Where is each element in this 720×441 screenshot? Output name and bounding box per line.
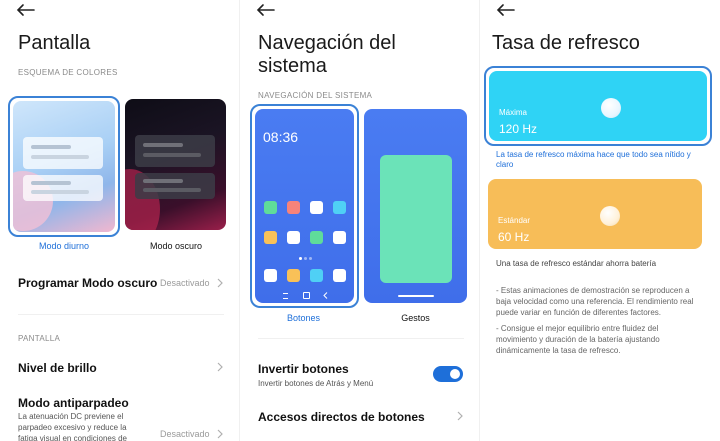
chevron-right-icon <box>217 278 223 288</box>
menu-icon <box>283 293 288 299</box>
divider <box>258 338 464 339</box>
page-title-line-1: Navegación del <box>258 32 396 54</box>
light-mode-preview <box>13 101 115 232</box>
dark-mode-card[interactable] <box>125 99 226 230</box>
light-mode-label[interactable]: Modo diurno <box>16 241 112 251</box>
brightness-title: Nivel de brillo <box>18 361 97 375</box>
page-title-line-2: sistema <box>258 55 327 77</box>
gestures-option-card[interactable] <box>364 109 467 303</box>
max-refresh-desc-1: La tasa de refresco máxima hace que todo… <box>496 150 691 159</box>
note-2-line-1: - Consigue el mejor equilibrio entre flu… <box>496 324 659 333</box>
invert-buttons-desc: Invertir botones de Atrás y Menú <box>258 379 374 388</box>
gestures-option-label[interactable]: Gestos <box>366 313 465 323</box>
app-icon <box>310 201 323 214</box>
demo-orb <box>600 206 620 226</box>
antiflicker-value: Desactivado <box>160 429 210 439</box>
note-2-line-2: movimiento y duración de la batería ajus… <box>496 335 660 344</box>
refresh-rate-panel: Tasa de refresco Máxima 120 Hz La tasa d… <box>480 0 720 441</box>
app-icon <box>333 269 346 282</box>
app-icon <box>287 269 300 282</box>
divider <box>18 314 224 315</box>
max-refresh-option[interactable]: Máxima 120 Hz <box>484 66 712 146</box>
invert-buttons-toggle[interactable] <box>433 366 463 382</box>
system-navigation-panel: Navegación del sistema NAVEGACIÓN DEL SI… <box>240 0 479 441</box>
clock: 08:36 <box>263 129 299 145</box>
back-arrow-icon[interactable] <box>14 2 36 18</box>
app-icon <box>310 269 323 282</box>
buttons-option-card[interactable]: 08:36 <box>250 104 359 308</box>
buttons-option-label[interactable]: Botones <box>254 313 353 323</box>
note-2-line-3: dinámicamente la tasa de refresco. <box>496 346 621 355</box>
invert-buttons-title: Invertir botones <box>258 362 349 376</box>
page-title: Tasa de refresco <box>492 32 640 54</box>
section-screen: PANTALLA <box>18 334 61 343</box>
section-color-scheme: ESQUEMA DE COLORES <box>18 68 118 77</box>
back-icon <box>323 292 328 299</box>
back-arrow-icon[interactable] <box>494 2 516 18</box>
antiflicker-desc-3: fatiga visual en condiciones de <box>18 434 127 441</box>
page-title: Pantalla <box>18 32 91 54</box>
standard-refresh-card[interactable]: Estándar 60 Hz <box>488 179 702 249</box>
buttons-phone-preview: 08:36 <box>255 109 354 303</box>
chevron-right-icon <box>217 362 223 372</box>
app-icon <box>264 231 277 244</box>
chevron-right-icon <box>217 429 223 439</box>
display-settings-panel: Pantalla ESQUEMA DE COLORES Modo diurno <box>0 0 239 441</box>
notification-preview <box>23 137 103 169</box>
back-arrow-icon[interactable] <box>254 2 276 18</box>
page-dots <box>299 257 312 260</box>
chevron-right-icon <box>457 411 463 421</box>
max-refresh-desc-2: claro <box>496 160 514 169</box>
app-icon <box>333 231 346 244</box>
nav-buttons <box>283 291 329 299</box>
app-icon <box>287 231 300 244</box>
notification-preview <box>135 173 215 199</box>
note-1-line-3: puede variar en función de diferentes fa… <box>496 308 661 317</box>
app-icon <box>310 231 323 244</box>
standard-refresh-label: Estándar <box>498 216 531 225</box>
max-refresh-value: 120 Hz <box>499 122 538 136</box>
max-refresh-card: Máxima 120 Hz <box>489 71 707 141</box>
notification-preview <box>23 175 103 201</box>
standard-refresh-desc: Una tasa de refresco estándar ahorra bat… <box>496 259 657 268</box>
app-icon <box>287 201 300 214</box>
max-refresh-label: Máxima <box>499 108 528 117</box>
note-1-line-1: - Estas animaciones de demostración se r… <box>496 286 690 295</box>
app-icon <box>264 201 277 214</box>
note-1-line-2: baja velocidad como una referencia. El r… <box>496 297 694 306</box>
home-icon <box>303 292 310 299</box>
section-system-navigation: NAVEGACIÓN DEL SISTEMA <box>258 91 373 100</box>
demo-orb <box>601 98 621 118</box>
program-dark-mode-value: Desactivado <box>160 278 210 288</box>
app-window-preview <box>380 155 452 283</box>
gesture-bar <box>398 295 434 297</box>
app-icon <box>333 201 346 214</box>
standard-refresh-value: 60 Hz <box>498 230 530 244</box>
antiflicker-title: Modo antiparpadeo <box>18 396 129 410</box>
program-dark-mode-title: Programar Modo oscuro <box>18 276 158 290</box>
antiflicker-desc-1: La atenuación DC previene el <box>18 412 124 421</box>
light-mode-card[interactable] <box>8 96 120 237</box>
button-shortcuts-title: Accesos directos de botones <box>258 410 425 424</box>
notification-preview <box>135 135 215 167</box>
antiflicker-desc-2: parpadeo excesivo y reduce la <box>18 423 127 432</box>
dark-mode-label[interactable]: Modo oscuro <box>128 241 224 251</box>
app-icon <box>264 269 277 282</box>
